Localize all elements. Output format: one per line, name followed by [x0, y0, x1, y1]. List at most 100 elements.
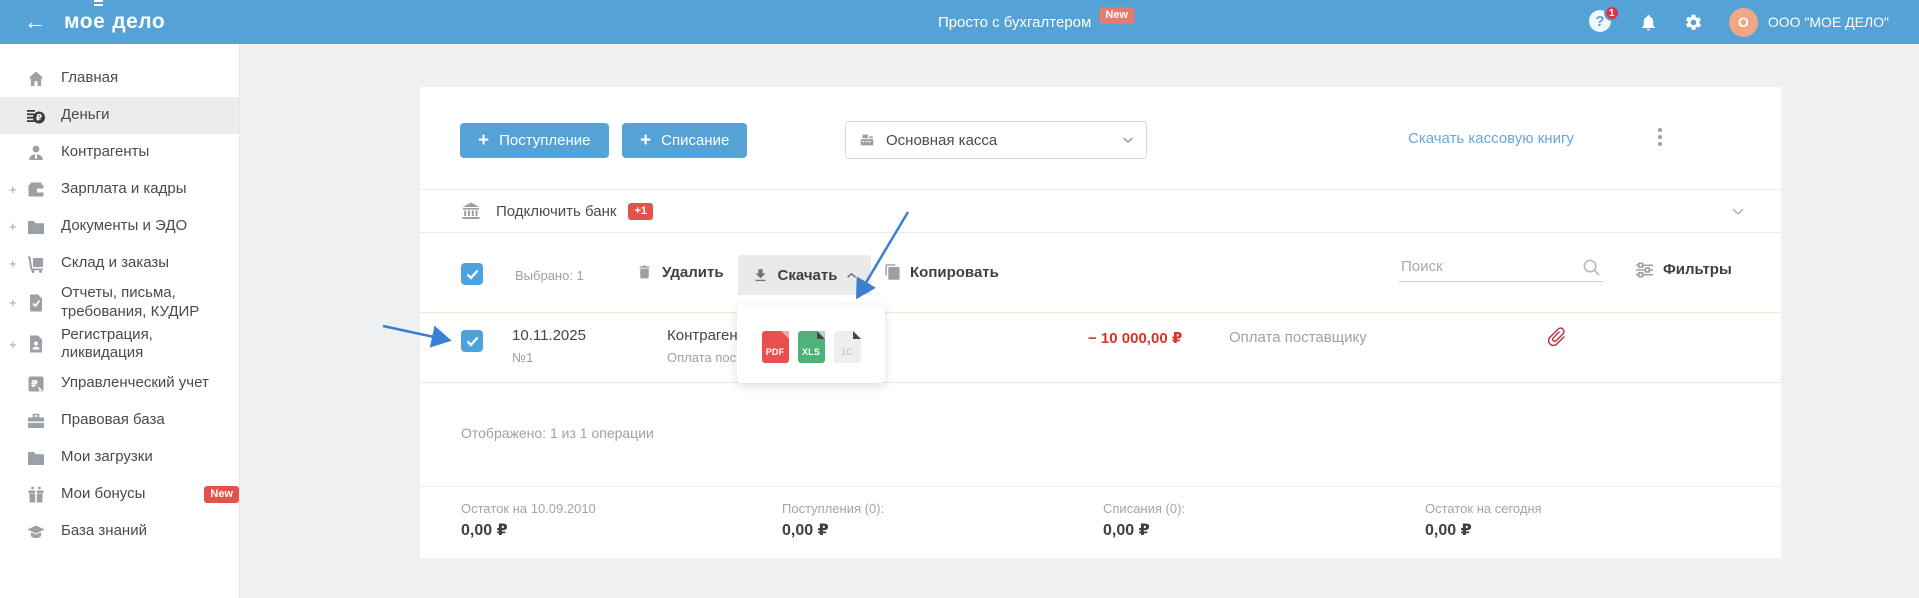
svg-text:₽: ₽ [36, 112, 42, 122]
money-card: Поступление Списание Основная касса Скач… [420, 87, 1781, 558]
cashbox-selected-value: Основная касса [886, 131, 998, 149]
sidebar-item-bonusy[interactable]: Мои бонусы New [0, 476, 239, 513]
person-icon [26, 143, 46, 163]
money-icon: ₽ [26, 106, 46, 126]
sidebar-item-registraciya[interactable]: Регистрация, ликвидация [0, 324, 239, 366]
row-checkbox[interactable] [461, 330, 483, 352]
results-summary-row: Отображено: 1 из 1 операции [420, 383, 1781, 487]
home-icon [26, 69, 46, 89]
pdf-file-icon[interactable]: PDF [761, 331, 789, 363]
brand-text: мо [64, 10, 94, 33]
expand-plus-icon[interactable] [9, 219, 21, 234]
kebab-menu-icon[interactable] [1658, 135, 1662, 139]
promo-new-badge: New [1099, 6, 1134, 24]
cashbox-select[interactable]: Основная касса [845, 121, 1147, 159]
xls-file-icon[interactable]: XLS [797, 331, 825, 363]
onec-file-icon-disabled: 1С [833, 331, 861, 363]
operation-contractor: Контраген [667, 327, 738, 344]
gift-icon [26, 485, 46, 505]
delete-button[interactable]: Удалить [636, 263, 724, 281]
account-name[interactable]: ООО "МОЕ ДЕЛО" [1768, 14, 1889, 30]
svg-text:₽: ₽ [31, 379, 38, 390]
copy-icon [885, 264, 900, 280]
new-badge: New [204, 486, 239, 503]
download-cashbook-link[interactable]: Скачать кассовую книгу [1408, 130, 1574, 147]
expand-plus-icon[interactable] [9, 337, 21, 352]
report-doc-icon [26, 293, 46, 313]
ruble-square-icon: ₽ [26, 374, 46, 394]
sidebar-item-kontragenty[interactable]: Контрагенты [0, 134, 239, 171]
help-count-badge: 1 [1603, 5, 1620, 21]
selection-toolbar: Выбрано: 1 Удалить Скачать Копировать По… [420, 233, 1781, 312]
plus-icon [478, 131, 489, 150]
sidebar-item-otchety[interactable]: Отчеты, письма, требования, КУДИР [0, 282, 239, 324]
sidebar-item-dokumenty[interactable]: Документы и ЭДО [0, 208, 239, 245]
help-button[interactable]: 1 [1588, 5, 1620, 34]
add-income-button[interactable]: Поступление [460, 123, 609, 158]
operation-number: №1 [512, 350, 534, 365]
shown-count-label: Отображено: 1 из 1 операции [461, 425, 654, 441]
connect-bank-label: Подключить банк [496, 202, 617, 220]
filters-icon [1635, 262, 1654, 277]
table-row[interactable]: 10.11.2025 №1 Контраген Оплата пос − 10 … [420, 312, 1781, 383]
briefcase-icon [26, 411, 46, 431]
add-expense-button[interactable]: Списание [622, 123, 748, 158]
bell-icon[interactable] [1639, 13, 1658, 32]
main-content: Поступление Списание Основная касса Скач… [240, 44, 1919, 598]
promo-link[interactable]: Просто с бухгалтером [938, 14, 1091, 31]
sidebar-item-baza-znaniy[interactable]: База знаний [0, 513, 239, 550]
graduation-cap-icon [26, 522, 46, 542]
folder-icon [26, 217, 46, 237]
selected-count-label: Выбрано: 1 [515, 268, 584, 283]
expand-plus-icon[interactable] [9, 182, 21, 197]
paperclip-icon[interactable] [1541, 321, 1572, 352]
operation-purpose: Оплата поставщику [1229, 329, 1367, 346]
chevron-up-icon [847, 272, 857, 278]
totals-row: Остаток на 10.09.2010 0,00 ₽ Поступления… [420, 487, 1781, 558]
operation-amount: − 10 000,00 ₽ [1088, 330, 1183, 347]
sidebar-item-pravovaya[interactable]: Правовая база [0, 402, 239, 439]
sidebar-item-zagruzki[interactable]: Мои загрузки [0, 439, 239, 476]
plus-icon [640, 131, 651, 150]
expand-plus-icon[interactable] [9, 295, 21, 310]
account-avatar[interactable]: О [1728, 7, 1758, 37]
brand-text: дело [112, 10, 166, 33]
app-header: моедело Просто с бухгалтером New 1 О ООО… [0, 0, 1919, 44]
select-all-checkbox[interactable] [461, 263, 483, 285]
operation-date: 10.11.2025 [512, 327, 586, 344]
cart-icon [26, 254, 46, 274]
bank-count-badge: +1 [628, 202, 653, 220]
total-opening-balance: Остаток на 10.09.2010 0,00 ₽ [461, 501, 596, 539]
sidebar-item-upravlencheskiy[interactable]: ₽ Управленческий учет [0, 365, 239, 402]
operation-contractor-note: Оплата пос [667, 350, 737, 365]
wallet-icon [26, 180, 46, 200]
toolbar: Поступление Списание Основная касса Скач… [420, 87, 1781, 190]
download-button[interactable]: Скачать [738, 255, 871, 295]
cash-register-icon [860, 134, 874, 146]
total-income: Поступления (0): 0,00 ₽ [782, 501, 885, 539]
search-field [1399, 255, 1603, 282]
bank-icon [462, 202, 480, 219]
brand-logo[interactable]: мо е дело [64, 4, 166, 34]
sidebar-item-dengi[interactable]: ₽ Деньги [0, 97, 239, 134]
check-icon [466, 336, 478, 347]
download-format-menu: PDF XLS 1С [737, 305, 885, 383]
chevron-down-icon[interactable] [1731, 207, 1745, 216]
gear-icon[interactable] [1684, 13, 1703, 32]
brand-accent-letter: е [93, 4, 106, 33]
registration-doc-icon [26, 334, 46, 354]
total-expense: Списания (0): 0,00 ₽ [1103, 501, 1186, 539]
sidebar-item-sklad[interactable]: Склад и заказы [0, 245, 239, 282]
check-icon [466, 269, 478, 280]
copy-button[interactable]: Копировать [884, 263, 999, 281]
sidebar-item-glavnaya[interactable]: Главная [0, 60, 239, 97]
search-icon[interactable] [1582, 258, 1601, 277]
expand-plus-icon[interactable] [9, 256, 21, 271]
search-input[interactable] [1399, 255, 1603, 282]
back-arrow-icon[interactable] [24, 11, 46, 33]
sidebar-nav: Главная ₽ Деньги Контрагенты Зарплата и … [0, 44, 240, 598]
filters-button[interactable]: Фильтры [1635, 261, 1732, 278]
sidebar-item-zarplata[interactable]: Зарплата и кадры [0, 171, 239, 208]
connect-bank-row[interactable]: Подключить банк +1 [420, 190, 1781, 233]
total-current-balance: Остаток на сегодня 0,00 ₽ [1425, 501, 1542, 539]
